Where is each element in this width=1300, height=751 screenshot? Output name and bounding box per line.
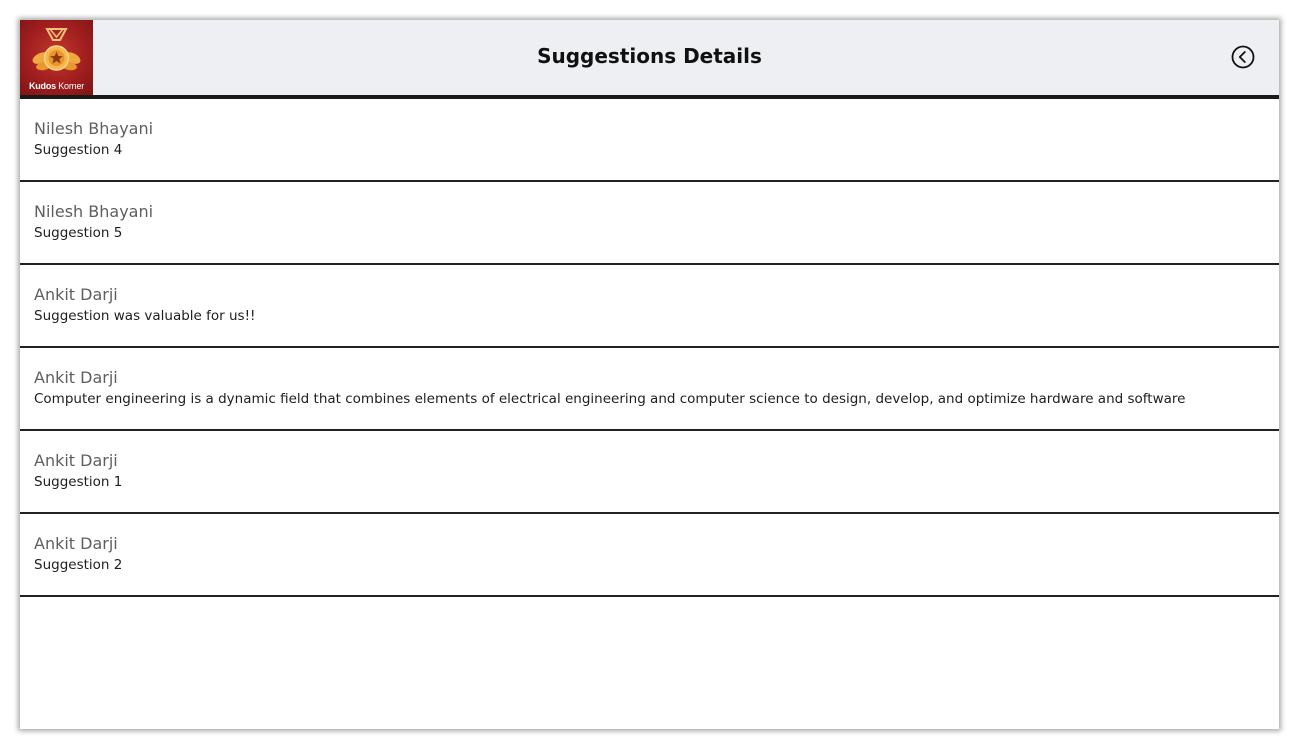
suggestion-author: Nilesh Bhayani <box>34 119 154 138</box>
suggestion-text: Suggestion was valuable for us!! <box>34 308 256 324</box>
suggestion-author: Ankit Darji <box>34 534 118 553</box>
list-item[interactable]: Ankit Darji Computer engineering is a dy… <box>20 348 1279 431</box>
suggestion-text: Suggestion 5 <box>34 225 123 241</box>
header-bar: Kudos Korner Suggestions Details <box>20 20 1279 99</box>
page-title: Suggestions Details <box>537 44 762 68</box>
logo-wordmark: Kudos Korner <box>28 81 85 91</box>
app-window: Kudos Korner Suggestions Details Nilesh … <box>20 20 1279 729</box>
list-item[interactable]: Nilesh Bhayani Suggestion 5 <box>20 182 1279 265</box>
suggestion-text: Suggestion 2 <box>34 557 123 573</box>
back-circle-icon <box>1231 45 1255 69</box>
suggestion-text: Computer engineering is a dynamic field … <box>34 391 1186 407</box>
back-button[interactable] <box>1231 45 1255 69</box>
list-item[interactable]: Nilesh Bhayani Suggestion 4 <box>20 99 1279 182</box>
suggestion-author: Nilesh Bhayani <box>34 202 154 221</box>
list-item[interactable]: Ankit Darji Suggestion was valuable for … <box>20 265 1279 348</box>
suggestion-author: Ankit Darji <box>34 285 118 304</box>
suggestion-text: Suggestion 4 <box>34 142 123 158</box>
suggestion-author: Ankit Darji <box>34 451 118 470</box>
list-item[interactable]: Ankit Darji Suggestion 1 <box>20 431 1279 514</box>
suggestions-list: Nilesh Bhayani Suggestion 4 Nilesh Bhaya… <box>20 99 1279 597</box>
list-item[interactable]: Ankit Darji Suggestion 2 <box>20 514 1279 597</box>
suggestion-author: Ankit Darji <box>34 368 118 387</box>
suggestion-text: Suggestion 1 <box>34 474 123 490</box>
